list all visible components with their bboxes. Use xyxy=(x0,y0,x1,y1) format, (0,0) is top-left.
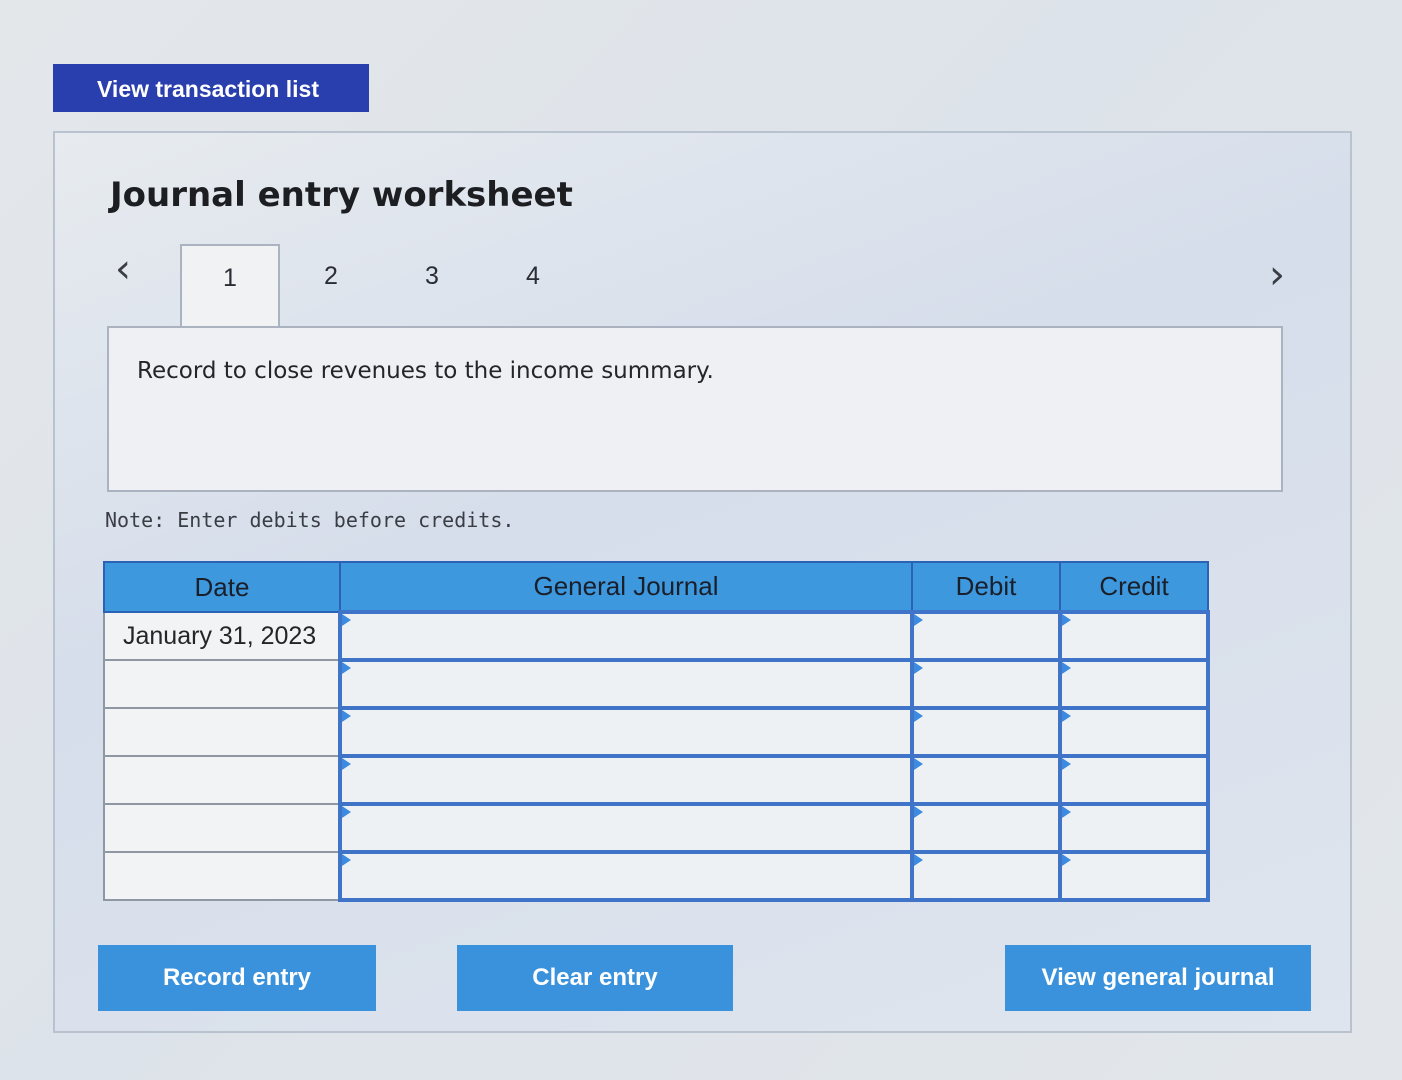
entry-note: Note: Enter debits before credits. xyxy=(105,508,515,532)
table-row xyxy=(103,658,1210,710)
debit-cell[interactable] xyxy=(910,610,1062,662)
debit-cell[interactable] xyxy=(910,754,1062,806)
credit-cell[interactable] xyxy=(1058,754,1210,806)
date-value: January 31, 2023 xyxy=(123,621,317,650)
view-general-journal-button[interactable]: View general journal xyxy=(1005,945,1311,1011)
credit-cell[interactable] xyxy=(1058,610,1210,662)
credit-cell[interactable] xyxy=(1058,802,1210,854)
date-cell[interactable] xyxy=(103,707,341,757)
debit-cell[interactable] xyxy=(910,850,1062,902)
header-debit: Debit xyxy=(911,561,1061,613)
record-entry-button[interactable]: Record entry xyxy=(98,945,376,1011)
journal-entry-worksheet-panel: Journal entry worksheet ‹ 1 2 3 4 › Reco… xyxy=(53,131,1352,1033)
tab-4[interactable]: 4 xyxy=(483,244,583,326)
header-credit: Credit xyxy=(1059,561,1209,613)
journal-header-row: Date General Journal Debit Credit xyxy=(103,561,1209,613)
account-cell[interactable] xyxy=(338,850,914,902)
header-date: Date xyxy=(103,561,341,613)
account-cell[interactable] xyxy=(338,658,914,710)
view-transaction-list-button[interactable]: View transaction list xyxy=(53,64,369,112)
date-cell[interactable] xyxy=(103,803,341,853)
credit-cell[interactable] xyxy=(1058,850,1210,902)
account-cell[interactable] xyxy=(338,754,914,806)
entry-description: Record to close revenues to the income s… xyxy=(137,358,714,384)
header-general-journal: General Journal xyxy=(339,561,913,613)
date-cell[interactable] xyxy=(103,755,341,805)
table-row: January 31, 2023 xyxy=(103,610,1210,662)
tab-3[interactable]: 3 xyxy=(382,244,482,326)
entry-description-box: Record to close revenues to the income s… xyxy=(107,326,1283,492)
credit-cell[interactable] xyxy=(1058,658,1210,710)
debit-cell[interactable] xyxy=(910,802,1062,854)
debit-cell[interactable] xyxy=(910,706,1062,758)
tab-1[interactable]: 1 xyxy=(180,244,280,326)
worksheet-title: Journal entry worksheet xyxy=(110,175,573,215)
table-row xyxy=(103,754,1210,806)
account-cell[interactable] xyxy=(338,706,914,758)
account-cell[interactable] xyxy=(338,802,914,854)
table-row xyxy=(103,706,1210,758)
clear-entry-button[interactable]: Clear entry xyxy=(457,945,733,1011)
chevron-right-icon[interactable]: › xyxy=(1269,255,1285,295)
chevron-left-icon[interactable]: ‹ xyxy=(115,249,131,289)
table-row xyxy=(103,802,1210,854)
journal-table: Date General Journal Debit Credit Januar… xyxy=(103,561,1210,902)
credit-cell[interactable] xyxy=(1058,706,1210,758)
debit-cell[interactable] xyxy=(910,658,1062,710)
date-cell[interactable] xyxy=(103,659,341,709)
account-cell[interactable] xyxy=(338,610,914,662)
date-cell[interactable]: January 31, 2023 xyxy=(103,611,341,661)
table-row xyxy=(103,850,1210,902)
tab-2[interactable]: 2 xyxy=(281,244,381,326)
date-cell[interactable] xyxy=(103,851,341,901)
